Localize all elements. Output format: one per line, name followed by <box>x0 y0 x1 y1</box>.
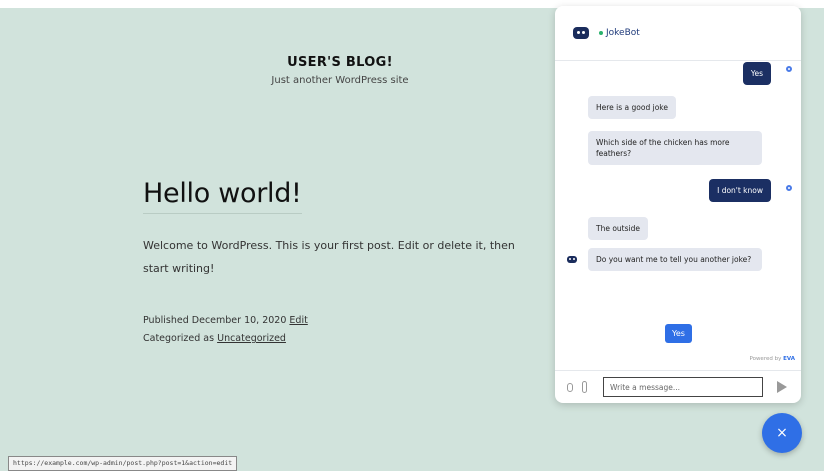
category-link[interactable]: Uncategorized <box>217 333 286 344</box>
chat-input-row <box>555 370 801 403</box>
microphone-icon[interactable] <box>567 383 573 392</box>
post-published: Published December 10, 2020 Edit <box>143 312 543 330</box>
post-title[interactable]: Hello world! <box>143 178 302 214</box>
blog-post: Hello world! Welcome to WordPress. This … <box>143 178 543 348</box>
chat-message-bot: Which side of the chicken has more feath… <box>588 131 762 165</box>
online-status-icon <box>599 30 603 35</box>
attachment-icon[interactable] <box>582 381 587 393</box>
post-content: Welcome to WordPress. This is your first… <box>143 239 515 275</box>
categorized-prefix: Categorized as <box>143 333 215 344</box>
close-chat-button[interactable]: × <box>762 413 802 453</box>
published-date[interactable]: December 10, 2020 <box>192 315 287 326</box>
bot-avatar-icon <box>567 256 577 263</box>
chat-message-bot: The outside <box>588 217 648 240</box>
powered-by-prefix: Powered by <box>749 356 782 362</box>
bot-avatar-icon <box>573 27 589 39</box>
message-input[interactable] <box>603 377 763 397</box>
post-meta: Published December 10, 2020 Edit Categor… <box>143 312 543 348</box>
quick-reply-yes-button[interactable]: Yes <box>665 324 692 343</box>
close-icon: × <box>776 425 788 441</box>
powered-by-brand[interactable]: EVA <box>783 356 795 362</box>
user-avatar-icon <box>786 185 792 191</box>
chat-header: JokeBot <box>555 6 801 61</box>
chat-message-user: Yes <box>742 62 771 85</box>
chat-message-bot: Here is a good joke <box>588 96 676 119</box>
post-category: Categorized as Uncategorized <box>143 330 543 348</box>
chat-widget: JokeBot Yes Here is a good joke Which si… <box>555 6 801 403</box>
status-bar-url: https://example.com/wp-admin/post.php?po… <box>8 456 238 471</box>
user-avatar-icon <box>786 66 792 72</box>
chat-message-bot: Do you want me to tell you another joke? <box>588 248 762 271</box>
bot-name-text: JokeBot <box>606 28 640 38</box>
published-prefix: Published <box>143 315 189 326</box>
edit-link[interactable]: Edit <box>289 315 307 326</box>
chat-message-user: I don't know <box>709 179 771 202</box>
powered-by: Powered by EVA <box>749 356 795 362</box>
send-icon[interactable] <box>777 381 787 393</box>
bot-name: JokeBot <box>599 28 640 38</box>
